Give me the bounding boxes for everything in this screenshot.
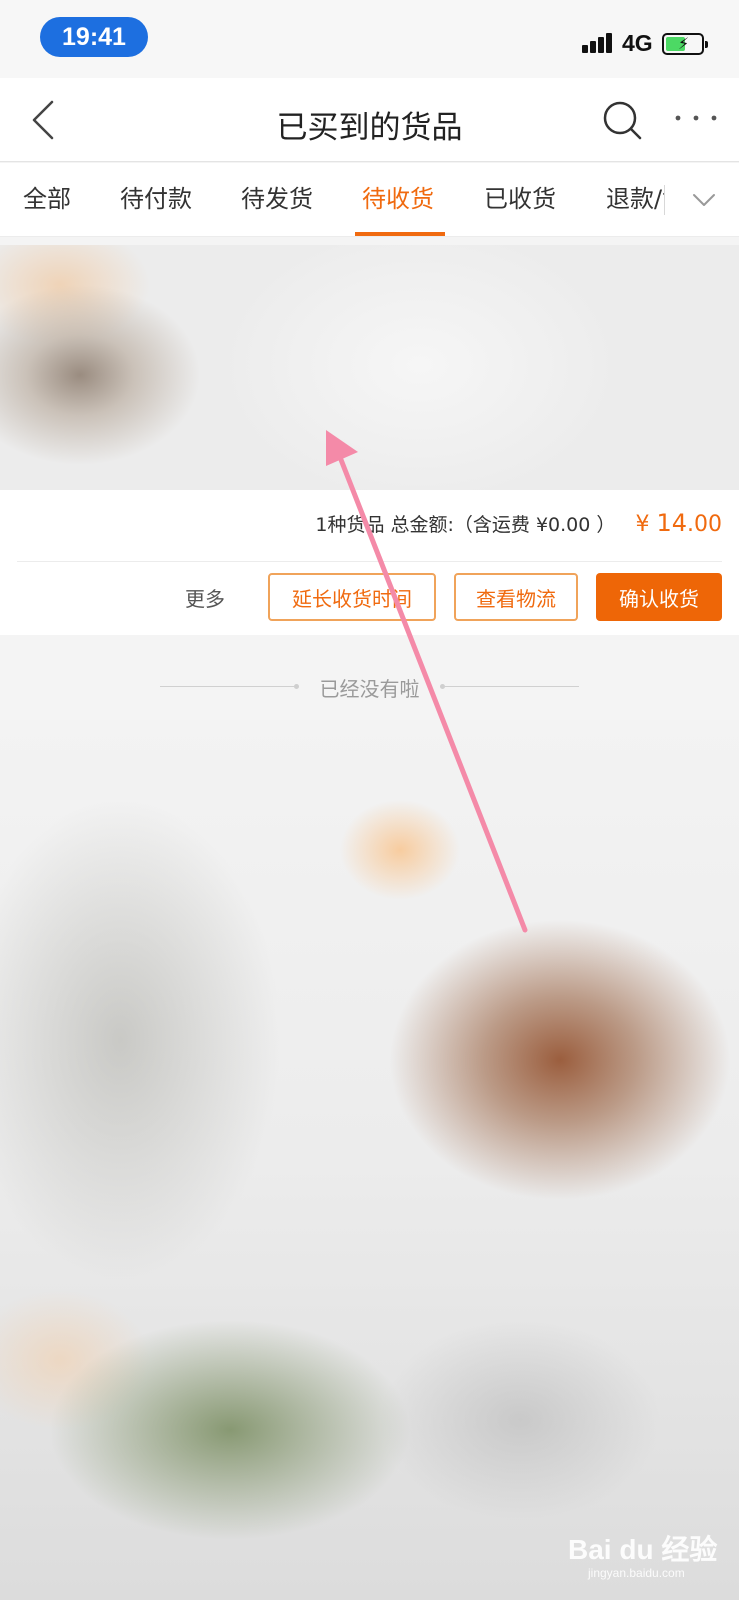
nav-bar: 已买到的货品 xyxy=(0,78,739,162)
page-title: 已买到的货品 xyxy=(276,110,463,146)
tab-pending-receipt[interactable]: 待收货 xyxy=(362,163,434,236)
status-bar: 19:41 4G ⚡ xyxy=(0,0,739,78)
back-icon xyxy=(32,100,54,140)
watermark-logo: Bai du 经验 xyxy=(568,1534,718,1565)
tab-all[interactable]: 全部 xyxy=(23,163,71,236)
order-summary: 1种货品 总金额:（含运费 ¥0.00 ） ¥ 14.00 xyxy=(0,509,722,537)
end-of-list-text: 已经没有啦 xyxy=(319,677,420,701)
network-type: 4G xyxy=(622,30,653,56)
tab-pending-shipment[interactable]: 待发货 xyxy=(241,163,313,236)
recommendation-feed[interactable] xyxy=(0,720,739,1600)
tab-received[interactable]: 已收货 xyxy=(484,163,556,236)
watermark-url: jingyan.baidu.com xyxy=(588,1566,685,1580)
extend-receipt-button[interactable]: 延长收货时间 xyxy=(268,573,436,621)
search-button[interactable] xyxy=(600,98,644,142)
back-button[interactable] xyxy=(24,96,68,144)
more-icon xyxy=(675,115,717,121)
tab-divider xyxy=(664,185,665,215)
signal-icon xyxy=(582,31,616,53)
order-status-tabs: 全部 待付款 待发货 待收货 已收货 退款/售后 xyxy=(0,163,739,237)
order-total-price: ¥ 14.00 xyxy=(635,509,722,537)
tab-pending-payment[interactable]: 待付款 xyxy=(120,163,192,236)
order-summary-text: 1种货品 总金额:（含运费 ¥0.00 ） xyxy=(315,514,616,536)
status-time: 19:41 xyxy=(40,17,148,57)
price-symbol: ¥ xyxy=(635,512,650,537)
price-decimal: .00 xyxy=(687,512,722,537)
tab-refund[interactable]: 退款/售后 xyxy=(606,163,664,236)
charging-bolt-icon: ⚡ xyxy=(678,34,690,53)
card-divider xyxy=(17,561,722,562)
baidu-watermark: Bai du 经验 jingyan.baidu.com xyxy=(568,1528,728,1588)
more-options-button[interactable] xyxy=(672,98,722,142)
price-integer: 14 xyxy=(656,509,687,537)
tabs-expand-button[interactable] xyxy=(686,183,722,217)
order-card: 1种货品 总金额:（含运费 ¥0.00 ） ¥ 14.00 更多 延长收货时间 … xyxy=(0,245,739,635)
active-tab-indicator xyxy=(355,232,445,236)
confirm-receipt-button[interactable]: 确认收货 xyxy=(596,573,722,621)
end-of-list-marker: 已经没有啦 xyxy=(0,670,739,704)
search-icon xyxy=(603,101,642,140)
more-actions-link[interactable]: 更多 xyxy=(185,583,225,612)
chevron-down-icon xyxy=(693,194,715,206)
product-image[interactable] xyxy=(0,245,739,490)
view-logistics-button[interactable]: 查看物流 xyxy=(454,573,578,621)
battery-charging-icon: ⚡ xyxy=(662,33,708,55)
tab-refund-clip: 退款/售后 xyxy=(606,163,664,236)
